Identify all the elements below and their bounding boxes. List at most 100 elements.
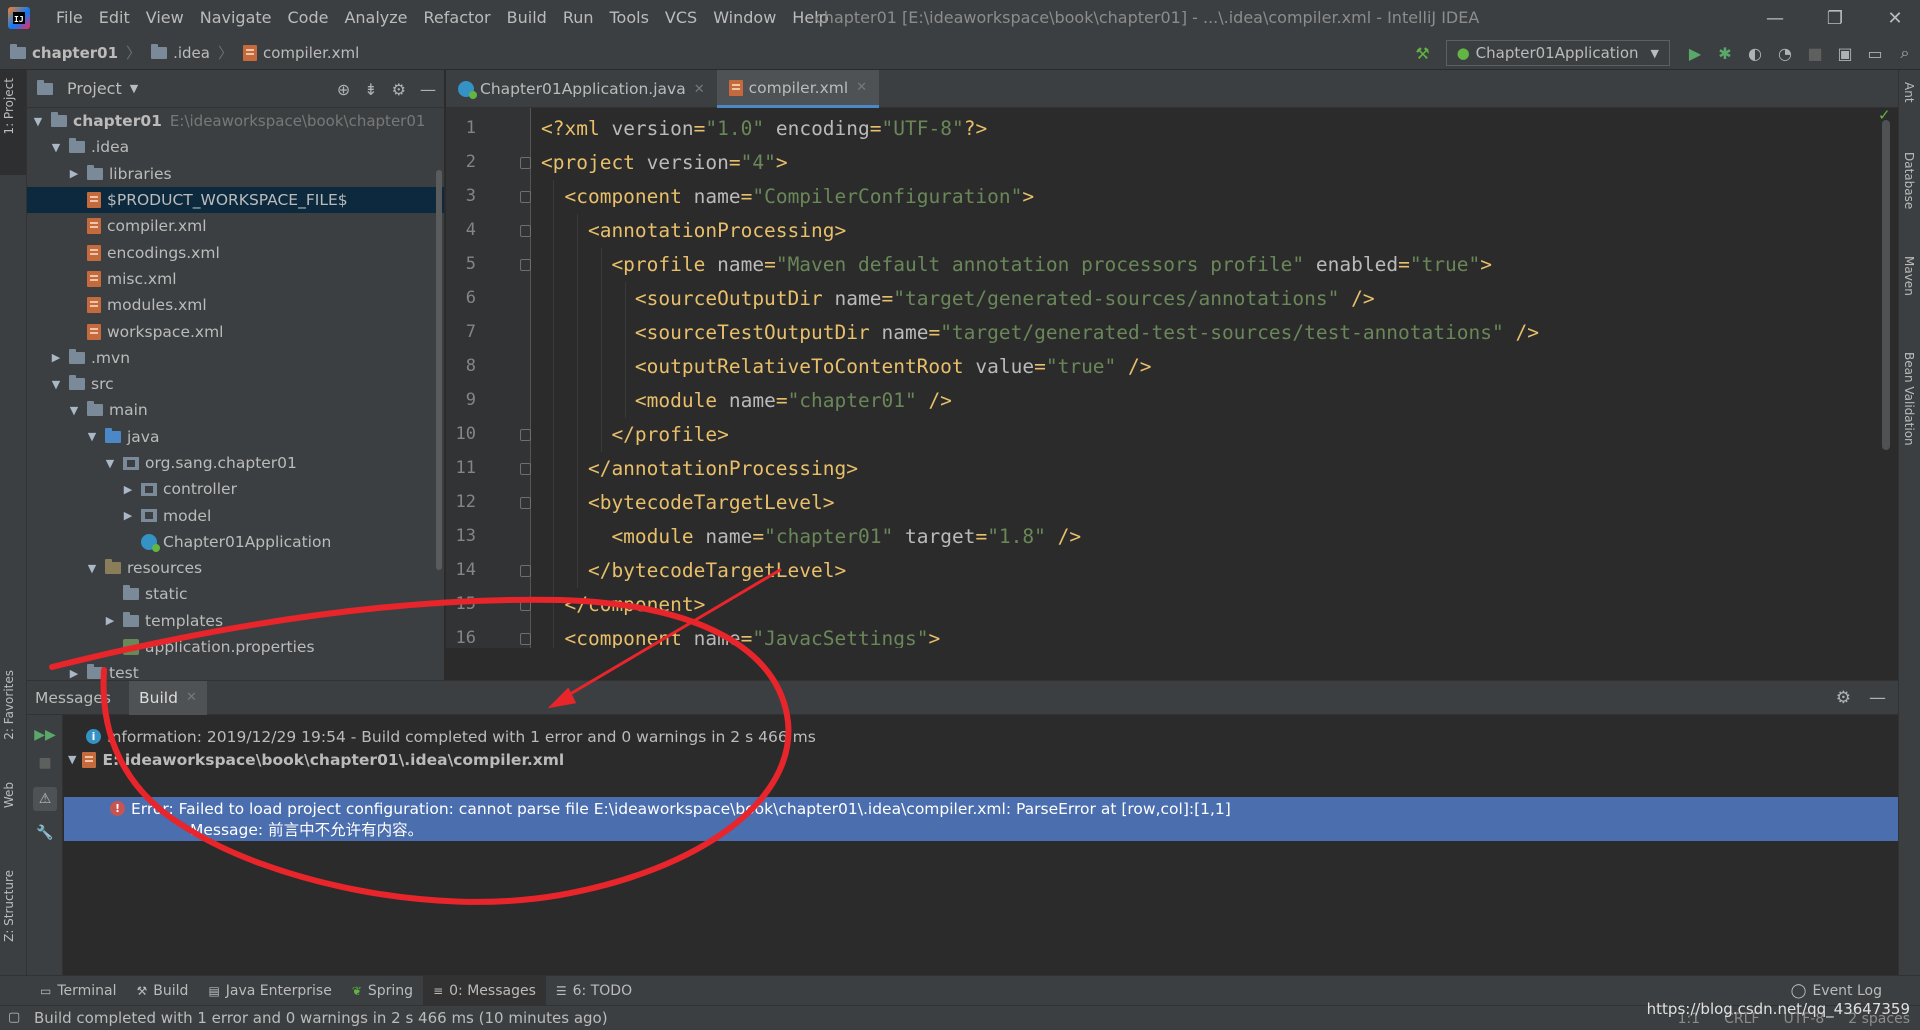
- menu-code[interactable]: Code: [280, 0, 337, 36]
- fold-marker-icon[interactable]: [520, 463, 531, 475]
- collapsed-arrow-icon[interactable]: ▶: [49, 351, 63, 364]
- code-line[interactable]: <outputRelativeToContentRoot value="true…: [541, 350, 1152, 384]
- close-tab-icon[interactable]: ✕: [186, 690, 197, 705]
- collapsed-arrow-icon[interactable]: ▶: [121, 483, 135, 496]
- favorites-tab[interactable]: 2: Favorites: [2, 670, 16, 740]
- structure-tab[interactable]: Z: Structure: [2, 870, 16, 942]
- tree-item-application-properties[interactable]: application.properties: [27, 634, 444, 660]
- locate-icon[interactable]: ⊕: [337, 80, 350, 99]
- code-line[interactable]: <profile name="Maven default annotation …: [541, 248, 1492, 282]
- expand-arrow-icon[interactable]: ▼: [103, 457, 117, 470]
- collapsed-arrow-icon[interactable]: ▶: [103, 614, 117, 627]
- error-message-selected[interactable]: ! Error: Failed to load project configur…: [64, 797, 1898, 841]
- fold-marker-icon[interactable]: [520, 633, 531, 645]
- tab-compiler-xml[interactable]: compiler.xml ✕: [716, 70, 880, 108]
- project-view-select[interactable]: Project: [67, 79, 122, 98]
- tree-item-templates[interactable]: ▶ templates: [27, 608, 444, 634]
- collapsed-arrow-icon[interactable]: ▶: [67, 167, 81, 180]
- project-structure-icon[interactable]: ▣: [1830, 38, 1860, 68]
- expand-arrow-icon[interactable]: ▼: [67, 404, 81, 417]
- menu-refactor[interactable]: Refactor: [416, 0, 499, 36]
- gear-icon[interactable]: ⚙: [392, 80, 406, 99]
- menu-view[interactable]: View: [138, 0, 192, 36]
- editor-gutter[interactable]: 1 2 3 4 5 6 7 8 9 10 11 12 13 14 15 16: [446, 108, 531, 648]
- stop-icon[interactable]: ■: [33, 751, 57, 775]
- run-configuration-select[interactable]: ● Chapter01Application ▼: [1445, 40, 1670, 66]
- tree-item-controller[interactable]: ▶ controller: [27, 476, 444, 502]
- coverage-icon[interactable]: ◐: [1740, 38, 1770, 68]
- code-line[interactable]: <sourceOutputDir name="target/generated-…: [541, 282, 1375, 316]
- fold-marker-icon[interactable]: [520, 599, 531, 611]
- warning-filter-icon[interactable]: ⚠: [33, 787, 57, 811]
- breadcrumb-file[interactable]: compiler.xml: [233, 44, 359, 62]
- minimize-icon[interactable]: —: [1750, 0, 1800, 36]
- tree-item-java[interactable]: ▼ java: [27, 424, 444, 450]
- tab-build[interactable]: Build ✕: [129, 680, 207, 715]
- breadcrumb-idea[interactable]: .idea 〉: [141, 42, 233, 63]
- messages-tool-button[interactable]: ≡ 0: Messages: [423, 975, 546, 1006]
- project-tool-tab[interactable]: 1: Project: [0, 70, 26, 175]
- expand-arrow-icon[interactable]: ▼: [31, 115, 45, 128]
- menu-run[interactable]: Run: [555, 0, 602, 36]
- java-enterprise-tool-button[interactable]: ▤ Java Enterprise: [198, 976, 341, 1006]
- wrench-icon[interactable]: 🔧: [33, 821, 57, 845]
- code-line[interactable]: <sourceTestOutputDir name="target/genera…: [541, 316, 1539, 350]
- tree-item-idea[interactable]: ▼ .idea: [27, 134, 444, 160]
- database-tab[interactable]: Database: [1902, 152, 1916, 209]
- code-line[interactable]: <module name="chapter01" target="1.8" />: [541, 520, 1081, 554]
- tree-item-resources[interactable]: ▼ resources: [27, 555, 444, 581]
- tree-item-libraries[interactable]: ▶ libraries: [27, 161, 444, 187]
- code-line[interactable]: <?xml version="1.0" encoding="UTF-8"?>: [541, 112, 987, 146]
- collapse-all-icon[interactable]: ⇟: [364, 80, 377, 99]
- code-line[interactable]: <bytecodeTargetLevel>: [541, 486, 835, 520]
- expand-arrow-icon[interactable]: ▼: [49, 378, 63, 391]
- chevron-down-icon[interactable]: ▼: [130, 82, 138, 95]
- code-line[interactable]: </annotationProcessing>: [541, 452, 858, 486]
- close-tab-icon[interactable]: ✕: [856, 80, 867, 95]
- close-icon[interactable]: ✕: [1870, 0, 1920, 36]
- tree-item-workspace-xml[interactable]: workspace.xml: [27, 318, 444, 344]
- menu-edit[interactable]: Edit: [91, 0, 138, 36]
- expand-arrow-icon[interactable]: ▼: [85, 562, 99, 575]
- file-node[interactable]: ▼ E:\ideaworkspace\book\chapter01\.idea\…: [64, 748, 1898, 771]
- project-scrollbar[interactable]: [436, 170, 442, 570]
- code-line[interactable]: <module name="chapter01" />: [541, 384, 952, 418]
- close-tab-icon[interactable]: ✕: [694, 82, 705, 97]
- terminal-tool-button[interactable]: ▭ Terminal: [30, 976, 127, 1006]
- code-editor[interactable]: <?xml version="1.0" encoding="UTF-8"?> <p…: [531, 108, 1877, 648]
- ant-tab[interactable]: Ant: [1902, 82, 1916, 103]
- gear-icon[interactable]: ⚙: [1836, 688, 1851, 708]
- todo-tool-button[interactable]: ☰ 6: TODO: [546, 976, 642, 1006]
- tree-item-application-class[interactable]: Chapter01Application: [27, 529, 444, 555]
- spring-tool-button[interactable]: ❦ Spring: [342, 976, 423, 1006]
- stop-icon[interactable]: ■: [1800, 38, 1830, 68]
- tab-chapter01application-java[interactable]: Chapter01Application.java ✕: [446, 70, 717, 108]
- menu-analyze[interactable]: Analyze: [336, 0, 415, 36]
- tree-item-src[interactable]: ▼ src: [27, 371, 444, 397]
- hide-icon[interactable]: —: [1869, 688, 1886, 708]
- web-tab[interactable]: Web: [2, 782, 16, 808]
- fold-marker-icon[interactable]: [520, 497, 531, 509]
- tree-item-workspace-file[interactable]: $PRODUCT_WORKSPACE_FILE$: [27, 186, 444, 214]
- code-line[interactable]: <annotationProcessing>: [541, 214, 846, 248]
- search-icon[interactable]: ⌕: [1890, 38, 1920, 68]
- menu-vcs[interactable]: VCS: [657, 0, 705, 36]
- status-message[interactable]: Build completed with 1 error and 0 warni…: [34, 1009, 608, 1027]
- build-hammer-icon[interactable]: ⚒: [1408, 38, 1438, 68]
- expand-arrow-icon[interactable]: ▼: [49, 141, 63, 154]
- editor-scrollbar[interactable]: [1882, 120, 1890, 450]
- fold-marker-icon[interactable]: [520, 225, 531, 237]
- tree-item-main[interactable]: ▼ main: [27, 397, 444, 423]
- toggle-tool-windows-icon[interactable]: ▢: [8, 1010, 20, 1025]
- fold-marker-icon[interactable]: [520, 565, 531, 577]
- code-line[interactable]: </profile>: [541, 418, 728, 452]
- collapsed-arrow-icon[interactable]: ▶: [67, 667, 81, 680]
- menu-build[interactable]: Build: [499, 0, 555, 36]
- fold-marker-icon[interactable]: [520, 157, 531, 169]
- build-tool-button[interactable]: ⚒ Build: [127, 976, 199, 1006]
- expand-arrow-icon[interactable]: ▼: [68, 753, 76, 766]
- tree-item-mvn[interactable]: ▶ .mvn: [27, 345, 444, 371]
- profile-icon[interactable]: ◔: [1770, 38, 1800, 68]
- code-line[interactable]: <component name="CompilerConfiguration">: [541, 180, 1034, 214]
- maven-tab[interactable]: Maven: [1902, 256, 1916, 296]
